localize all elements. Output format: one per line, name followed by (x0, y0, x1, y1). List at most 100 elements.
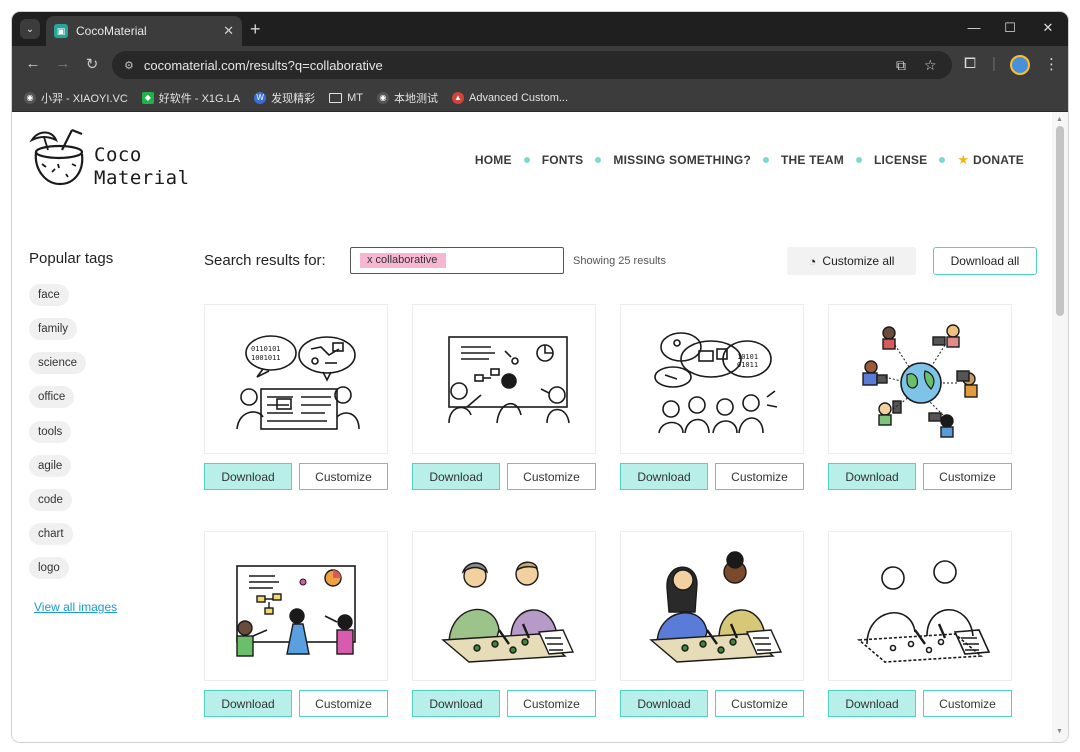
customize-button[interactable]: Customize (507, 463, 596, 490)
download-button[interactable]: Download (204, 690, 292, 717)
minimize-icon[interactable]: — (964, 20, 984, 35)
profile-avatar[interactable] (1010, 55, 1030, 75)
result-card: 0110101 1001011 Download Customize (204, 304, 388, 490)
nav-license[interactable]: LICENSE (874, 153, 927, 167)
tag-family[interactable]: family (29, 318, 78, 340)
reload-icon[interactable]: ↻ (83, 55, 101, 73)
customize-button[interactable]: Customize (299, 690, 388, 717)
close-tab-icon[interactable]: ✕ (223, 23, 234, 39)
bookmark-mt[interactable]: MT (329, 92, 363, 104)
tag-face[interactable]: face (29, 284, 69, 306)
bookmark-star-icon[interactable]: ☆ (924, 51, 937, 79)
bookmark-label: 好软件 - X1G.LA (158, 92, 241, 105)
bookmark-x1g[interactable]: ◆ 好软件 - X1G.LA (141, 90, 241, 106)
site-info-icon[interactable]: ⚙ (124, 59, 134, 72)
download-button[interactable]: Download (620, 690, 708, 717)
customize-button[interactable]: Customize (715, 690, 804, 717)
customize-button[interactable]: Customize (299, 463, 388, 490)
forward-icon[interactable]: → (54, 55, 72, 72)
bookmark-label: MT (347, 91, 363, 104)
result-card: Download Customize (412, 304, 596, 490)
bookmark-faxian[interactable]: W 发现精彩 (254, 90, 315, 106)
tag-science[interactable]: science (29, 352, 86, 374)
illustration-image (236, 565, 356, 657)
search-input[interactable]: x collaborative (350, 247, 564, 274)
browser-window: ⌄ ▣ CocoMaterial ✕ + — ☐ ✕ ← → ↻ ⚙ cocom… (12, 12, 1068, 742)
install-app-icon[interactable]: ⧉ (896, 51, 906, 79)
illustration-two-people-planning-colored[interactable] (412, 531, 596, 681)
nav-donate[interactable]: DONATE (973, 153, 1024, 167)
download-all-button[interactable]: Download all (933, 247, 1037, 275)
tag-agile[interactable]: agile (29, 455, 72, 477)
illustration-two-women-planning-colored[interactable] (620, 531, 804, 681)
coconut-logo-icon (29, 128, 84, 186)
page-scrollbar[interactable]: ▲ ▼ (1052, 112, 1068, 742)
tab-bar: ⌄ ▣ CocoMaterial ✕ + — ☐ ✕ (12, 12, 1068, 46)
acf-icon: ▲ (451, 91, 464, 104)
result-card: Download Customize (828, 304, 1012, 490)
customize-button[interactable]: Customize (923, 690, 1012, 717)
tab-search-icon[interactable]: ⌄ (20, 19, 40, 39)
download-button[interactable]: Download (828, 690, 916, 717)
bookmark-label: Advanced Custom... (468, 91, 569, 104)
tag-logo[interactable]: logo (29, 557, 69, 579)
search-tag-chip[interactable]: x collaborative (360, 253, 447, 268)
customize-button[interactable]: Customize (923, 463, 1012, 490)
extensions-icon[interactable]: ⧠ (964, 55, 976, 72)
logo-line2: Material (94, 167, 190, 189)
illustration-team-at-whiteboard[interactable] (412, 304, 596, 454)
url-text: cocomaterial.com/results?q=collaborative (143, 57, 383, 73)
view-all-images-link[interactable]: View all images (34, 600, 117, 614)
illustration-two-people-speech-bubbles-data[interactable]: 0110101 1001011 (204, 304, 388, 454)
bookmark-label: 小羿 - XIAOYI.VC (41, 92, 128, 105)
bookmark-acf[interactable]: ▲ Advanced Custom... (451, 91, 569, 104)
address-bar: ← → ↻ ⚙ cocomaterial.com/results?q=colla… (12, 46, 1068, 84)
download-button[interactable]: Download (412, 690, 500, 717)
illustration-image (448, 336, 570, 424)
nav-missing-something[interactable]: MISSING SOMETHING? (613, 153, 751, 167)
nav-separator-dot (523, 157, 530, 163)
tag-tools[interactable]: tools (29, 421, 72, 443)
svg-text:1001011: 1001011 (251, 354, 281, 362)
url-field[interactable]: ⚙ cocomaterial.com/results?q=collaborati… (112, 51, 952, 79)
tag-code[interactable]: code (29, 489, 72, 511)
close-window-icon[interactable]: ✕ (1038, 20, 1058, 36)
nav-home[interactable]: HOME (475, 153, 512, 167)
illustration-two-people-planning-outline[interactable] (828, 531, 1012, 681)
illustration-global-remote-team[interactable] (828, 304, 1012, 454)
result-card: Download Customize (412, 531, 596, 717)
site-logo[interactable]: Coco Material (28, 126, 198, 190)
illustration-image (649, 551, 783, 663)
results-count: Showing 25 results (573, 255, 666, 267)
scroll-up-icon[interactable]: ▲ (1056, 116, 1063, 123)
customize-all-button[interactable]: ◔ Customize all (787, 247, 916, 275)
tab-cocomaterial[interactable]: ▣ CocoMaterial ✕ (46, 16, 242, 46)
tag-office[interactable]: office (29, 386, 75, 408)
search-results-label: Search results for: (204, 252, 326, 269)
menu-kebab-icon[interactable]: ⋮ (1044, 55, 1059, 73)
result-card: Download Customize (204, 531, 388, 717)
nav-the-team[interactable]: THE TEAM (781, 153, 844, 167)
wordpress-icon: W (254, 91, 267, 104)
scroll-down-icon[interactable]: ▼ (1056, 728, 1063, 735)
nav-fonts[interactable]: FONTS (542, 153, 584, 167)
customize-button[interactable]: Customize (507, 690, 596, 717)
new-tab-icon[interactable]: + (250, 19, 261, 39)
maximize-icon[interactable]: ☐ (1000, 20, 1020, 36)
download-button[interactable]: Download (620, 463, 708, 490)
illustration-image: 10101 01011 (654, 332, 778, 434)
globe-icon: ◉ (376, 91, 389, 104)
download-button[interactable]: Download (204, 463, 292, 490)
scroll-thumb[interactable] (1056, 126, 1064, 316)
bookmark-xiaoyi[interactable]: ◉ 小羿 - XIAOYI.VC (24, 90, 128, 106)
bookmark-label: 本地测试 (393, 92, 438, 105)
back-icon[interactable]: ← (24, 55, 42, 72)
tag-chart[interactable]: chart (29, 523, 73, 545)
illustration-colored-team-whiteboard[interactable] (204, 531, 388, 681)
customize-button[interactable]: Customize (715, 463, 804, 490)
download-button[interactable]: Download (412, 463, 500, 490)
download-button[interactable]: Download (828, 463, 916, 490)
globe-icon: ◉ (24, 91, 36, 104)
bookmark-local-test[interactable]: ◉ 本地测试 (376, 90, 438, 106)
illustration-group-brainstorm-bubbles[interactable]: 10101 01011 (620, 304, 804, 454)
